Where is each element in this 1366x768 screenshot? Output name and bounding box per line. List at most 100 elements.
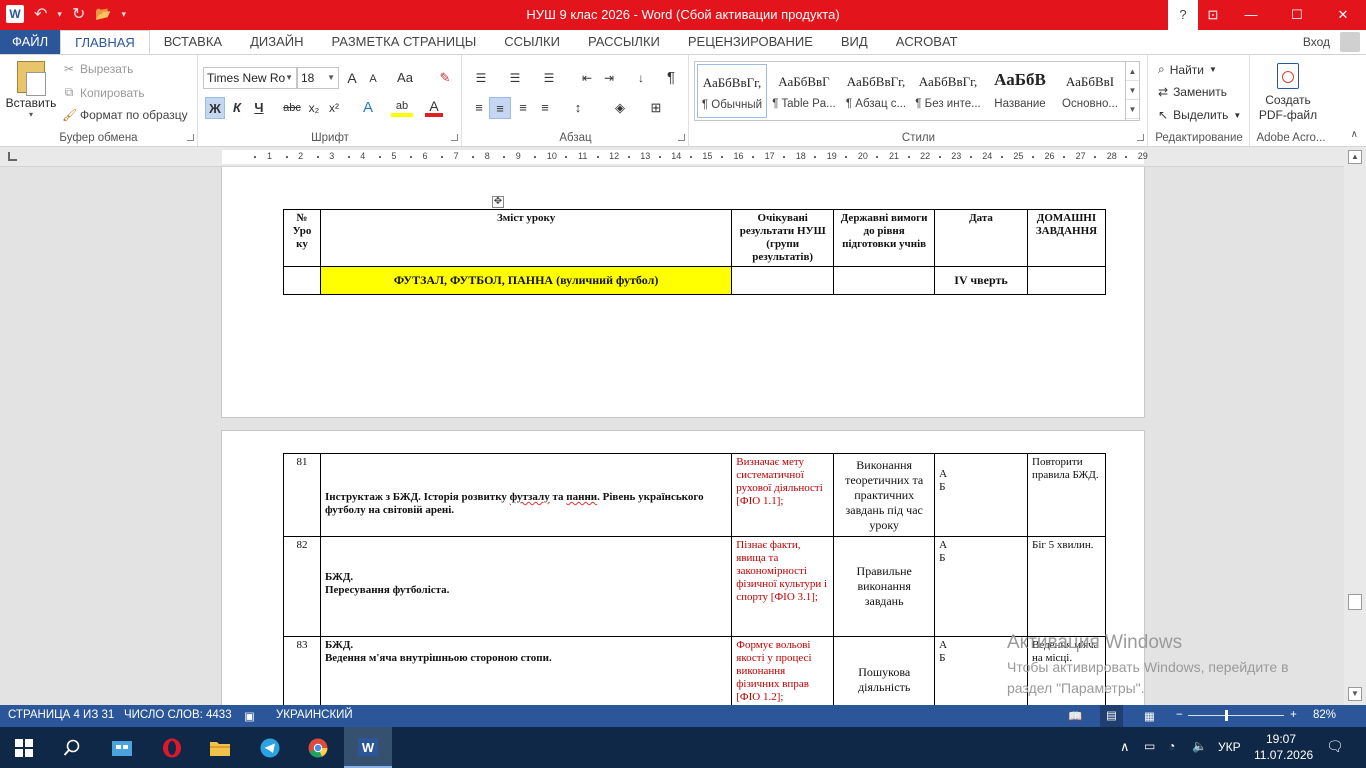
tab-home[interactable]: ГЛАВНАЯ (60, 30, 150, 54)
ribbon-display-options-button[interactable]: ⊡ (1198, 0, 1228, 30)
table-move-handle-icon[interactable]: ✥ (492, 196, 504, 208)
avatar[interactable] (1340, 32, 1360, 52)
zoom-in-button[interactable]: + (1290, 709, 1297, 721)
increase-indent-icon[interactable]: ⇥ (599, 67, 619, 89)
chevron-up-icon[interactable]: ∧ (1120, 739, 1130, 755)
grow-font-button[interactable]: A (343, 67, 361, 89)
web-layout-icon[interactable]: ▦ (1144, 709, 1155, 723)
superscript-button[interactable]: x² (325, 97, 343, 119)
tab-selector-icon[interactable] (8, 152, 17, 161)
state-requirements[interactable]: Правильне виконання завдань (833, 536, 936, 637)
lesson-content[interactable]: Інструктаж з БЖД. Історія розвитку футза… (319, 453, 733, 537)
gallery-more-icon[interactable]: ▼ (1126, 100, 1139, 119)
find-button[interactable]: ⌕ Найти ▼ (1158, 62, 1217, 77)
taskbar-word[interactable]: W (344, 727, 392, 768)
show-marks-icon[interactable]: ¶ (661, 67, 681, 89)
volume-icon[interactable]: 🔈 (1192, 739, 1207, 753)
minimize-button[interactable]: — (1228, 0, 1274, 30)
scroll-up-icon[interactable]: ▲ (1348, 150, 1362, 164)
tab-file[interactable]: ФАЙЛ (0, 30, 61, 54)
taskbar-chrome[interactable] (294, 727, 342, 768)
lesson-content[interactable]: БЖД. Ведення м'яча внутрішньою стороною с… (319, 636, 733, 705)
paste-dropdown-icon[interactable]: ▾ (5, 110, 57, 119)
sign-in-link[interactable]: Вход (1303, 30, 1330, 54)
highlight-color-button[interactable]: ab (391, 95, 413, 117)
scroll-down-icon[interactable]: ▼ (1348, 687, 1362, 701)
tab-view[interactable]: ВИД (827, 30, 882, 54)
undo-icon[interactable]: ↶ (34, 4, 47, 24)
expected-results[interactable]: Пізнає факти, явища та закономірності фі… (731, 536, 835, 637)
lesson-date[interactable]: АБ (934, 453, 1028, 537)
search-button[interactable] (48, 727, 96, 768)
lesson-number[interactable]: 83 (283, 636, 321, 705)
zoom-level[interactable]: 82% (1313, 709, 1336, 721)
word-count[interactable]: ЧИСЛО СЛОВ: 4433 (124, 709, 232, 721)
taskbar-app-store[interactable] (98, 727, 146, 768)
clipboard-launcher-icon[interactable] (187, 134, 194, 141)
multilevel-list-icon[interactable]: ☰ (537, 67, 561, 89)
table-cell[interactable] (833, 266, 936, 295)
vertical-scrollbar[interactable]: ▲ ▼ (1344, 147, 1366, 705)
input-language[interactable]: УКР (1218, 740, 1241, 754)
line-spacing-icon[interactable]: ↕ (565, 97, 591, 119)
close-button[interactable]: ✕ (1320, 0, 1366, 30)
clock-date[interactable]: 11.07.2026 (1254, 748, 1313, 762)
table-cell[interactable] (731, 266, 835, 295)
align-center-icon[interactable]: ≡ (489, 97, 511, 119)
language-indicator[interactable]: УКРАИНСКИЙ (276, 709, 353, 721)
table-cell[interactable] (1026, 266, 1107, 295)
taskbar-explorer[interactable] (196, 727, 244, 768)
zoom-out-button[interactable]: − (1176, 709, 1183, 721)
section-title[interactable]: ФУТЗАЛ, ФУТБОЛ, ПАННА (вуличний футбол) (319, 266, 733, 295)
create-pdf-button[interactable]: Создать PDF-файл (1258, 63, 1318, 123)
borders-icon[interactable]: ⊞ (643, 97, 669, 119)
select-button[interactable]: ↖ Выделить ▼ (1158, 108, 1241, 122)
font-color-button[interactable]: A (425, 95, 443, 117)
paste-button[interactable]: Вставить ▾ (5, 61, 57, 121)
text-effects-button[interactable]: A (359, 97, 377, 119)
lesson-content[interactable]: БЖД. Пересування футболіста. (319, 536, 733, 637)
style-title[interactable]: АаБбВ Название (985, 64, 1055, 118)
scrollbar-thumb[interactable] (1348, 594, 1362, 610)
quarter-label[interactable]: IV чверть (934, 266, 1028, 295)
proofing-icon[interactable]: ▣ (244, 709, 255, 723)
bold-button[interactable]: Ж (205, 97, 225, 119)
style-list-paragraph[interactable]: АаБбВвГг, ¶ Абзац с... (841, 64, 911, 118)
styles-launcher-icon[interactable] (1137, 134, 1144, 141)
help-button[interactable]: ? (1168, 0, 1198, 30)
undo-dropdown-icon[interactable]: ▾ (57, 9, 62, 20)
horizontal-ruler[interactable]: 1 2 3 4 5 6 7 8 9 10 11 12 13 14 15 16 17 18 19 20 21 22 23 24 2… (222, 150, 1148, 164)
shrink-font-button[interactable]: A (365, 68, 381, 90)
decrease-indent-icon[interactable]: ⇤ (577, 67, 597, 89)
underline-button[interactable]: Ч (249, 97, 269, 119)
customize-qat-icon[interactable]: ▾ (122, 9, 127, 20)
collapse-ribbon-icon[interactable]: ∧ (1351, 129, 1358, 140)
state-requirements[interactable]: Виконання теоретичних та практичних завд… (833, 453, 936, 537)
format-painter-button[interactable]: 🖌 Формат по образцу (62, 108, 188, 122)
expected-results[interactable]: Формує вольові якості у процесі виконанн… (731, 636, 835, 705)
paragraph-launcher-icon[interactable] (678, 134, 685, 141)
align-right-icon[interactable]: ≡ (513, 97, 533, 119)
homework[interactable]: Повторити правила БЖД. (1027, 453, 1106, 537)
tab-insert[interactable]: ВСТАВКА (150, 30, 236, 54)
zoom-slider-thumb[interactable] (1225, 710, 1228, 721)
homework[interactable]: Біг 5 хвилин. (1027, 536, 1106, 637)
notifications-icon[interactable]: 🗨 (1326, 738, 1344, 755)
shading-icon[interactable]: ◈ (607, 97, 633, 119)
tab-design[interactable]: ДИЗАЙН (236, 30, 317, 54)
page-count[interactable]: СТРАНИЦА 4 ИЗ 31 (8, 709, 114, 721)
clock-time[interactable]: 19:07 (1266, 732, 1296, 746)
state-requirements[interactable]: Пошукова діяльність (833, 636, 936, 705)
open-folder-icon[interactable]: 📂 (95, 6, 111, 22)
tab-references[interactable]: ССЫЛКИ (490, 30, 574, 54)
change-case-button[interactable]: Aa (393, 67, 417, 89)
bullets-icon[interactable]: ☰ (469, 67, 493, 89)
taskbar-opera[interactable] (148, 727, 196, 768)
lesson-number[interactable]: 81 (283, 453, 321, 537)
font-name-combo[interactable]: Times New Ro ▼ (203, 67, 297, 89)
justify-icon[interactable]: ≡ (535, 97, 555, 119)
chevron-down-icon[interactable]: ▼ (1126, 81, 1139, 100)
clear-formatting-icon[interactable]: ✎ (435, 67, 455, 89)
copy-button[interactable]: ⧉ Копировать (62, 85, 145, 100)
lesson-number[interactable]: 82 (283, 536, 321, 637)
